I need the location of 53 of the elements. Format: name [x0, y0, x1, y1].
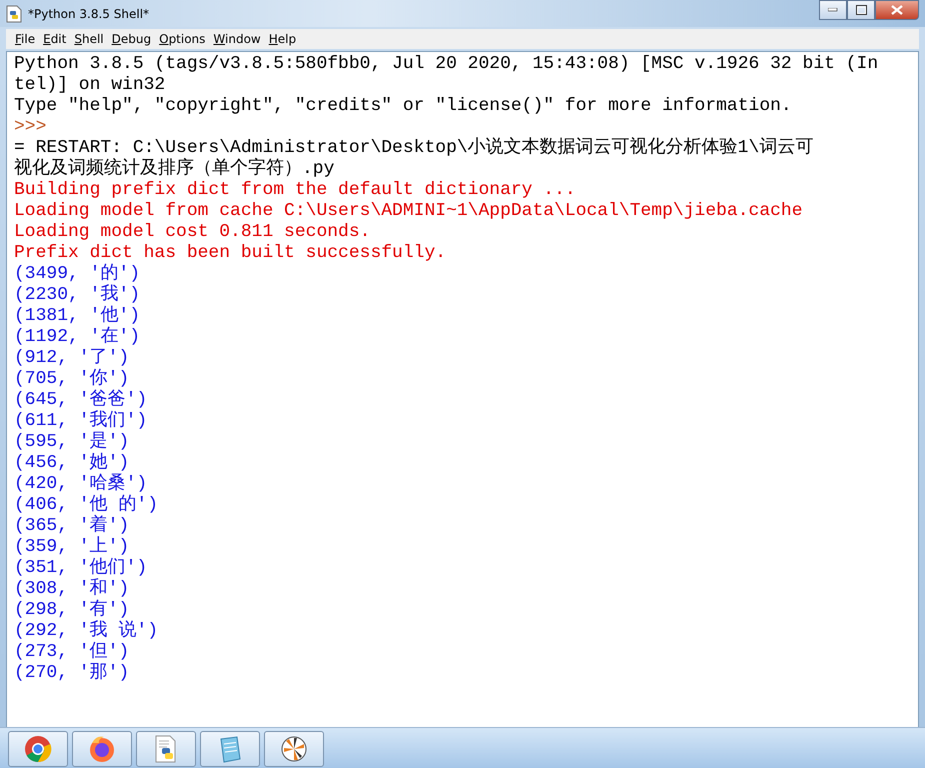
menu-item[interactable]: File: [12, 32, 40, 46]
result-line: (420, '哈桑'): [14, 474, 148, 494]
output-line: Type "help", "copyright", "credits" or "license()" for more information.: [14, 96, 792, 116]
window-title: *Python 3.8.5 Shell*: [28, 6, 150, 20]
menu-item[interactable]: Options: [156, 32, 210, 46]
result-line: (298, '有'): [14, 600, 130, 620]
result-line: (351, '他们'): [14, 558, 148, 578]
result-line: (292, '我 说'): [14, 621, 158, 641]
result-line: (1381, '他'): [14, 306, 140, 326]
taskbar-button[interactable]: [136, 731, 196, 768]
output-line: tel)] on win32: [14, 75, 166, 95]
result-line: (359, '上'): [14, 537, 130, 557]
taskbar-button[interactable]: [264, 731, 324, 768]
result-line: (912, '了'): [14, 348, 130, 368]
menu-item[interactable]: Window: [210, 32, 266, 46]
menu-item[interactable]: Shell: [71, 32, 109, 46]
result-line: (273, '但'): [14, 642, 130, 662]
menu-item[interactable]: Debug: [108, 32, 156, 46]
output-line: = RESTART: C:\Users\Administrator\Desktop\小说文本数据词云可视化分析体验1\词云可: [14, 138, 814, 158]
minimize-button[interactable]: [819, 0, 847, 20]
result-line: (365, '着'): [14, 516, 130, 536]
minimize-icon: [828, 8, 838, 12]
result-line: (2230, '我'): [14, 285, 140, 305]
pinwheel-icon: [280, 735, 308, 764]
result-line: (3499, '的'): [14, 264, 140, 284]
maximize-icon: [856, 5, 866, 15]
close-button[interactable]: [875, 0, 919, 20]
output-line: Python 3.8.5 (tags/v3.8.5:580fbb0, Jul 20 2020, 15:43:08) [MSC v.1926 32 bit (In: [14, 54, 878, 74]
output-line: 视化及词频统计及排序（单个字符）.py: [14, 159, 334, 179]
error-line: Loading model cost 0.811 seconds.: [14, 222, 370, 242]
close-icon: [891, 5, 903, 15]
maximize-button[interactable]: [847, 0, 875, 20]
taskbar-button[interactable]: [72, 731, 132, 768]
prompt: >>>: [14, 117, 46, 137]
error-line: Loading model from cache C:\Users\ADMINI~1\AppData\Local\Temp\jieba.cache: [14, 201, 803, 221]
firefox-icon: [88, 735, 116, 764]
taskbar-button[interactable]: [8, 731, 68, 768]
error-line: Building prefix dict from the default dictionary ...: [14, 180, 576, 200]
python-file-icon: [6, 4, 22, 22]
result-line: (595, '是'): [14, 432, 130, 452]
chrome-icon: [24, 735, 52, 764]
result-line: (270, '那'): [14, 663, 130, 683]
result-line: (1192, '在'): [14, 327, 140, 347]
taskbar-button[interactable]: [200, 731, 260, 768]
result-line: (456, '她'): [14, 453, 130, 473]
result-line: (406, '他 的'): [14, 495, 158, 515]
menu-item[interactable]: Edit: [40, 32, 72, 46]
menu-item[interactable]: Help: [266, 32, 302, 46]
result-line: (611, '我们'): [14, 411, 148, 431]
result-line: (705, '你'): [14, 369, 130, 389]
error-line: Prefix dict has been built successfully.: [14, 243, 446, 263]
result-line: (308, '和'): [14, 579, 130, 599]
result-line: (645, '爸爸'): [14, 390, 148, 410]
